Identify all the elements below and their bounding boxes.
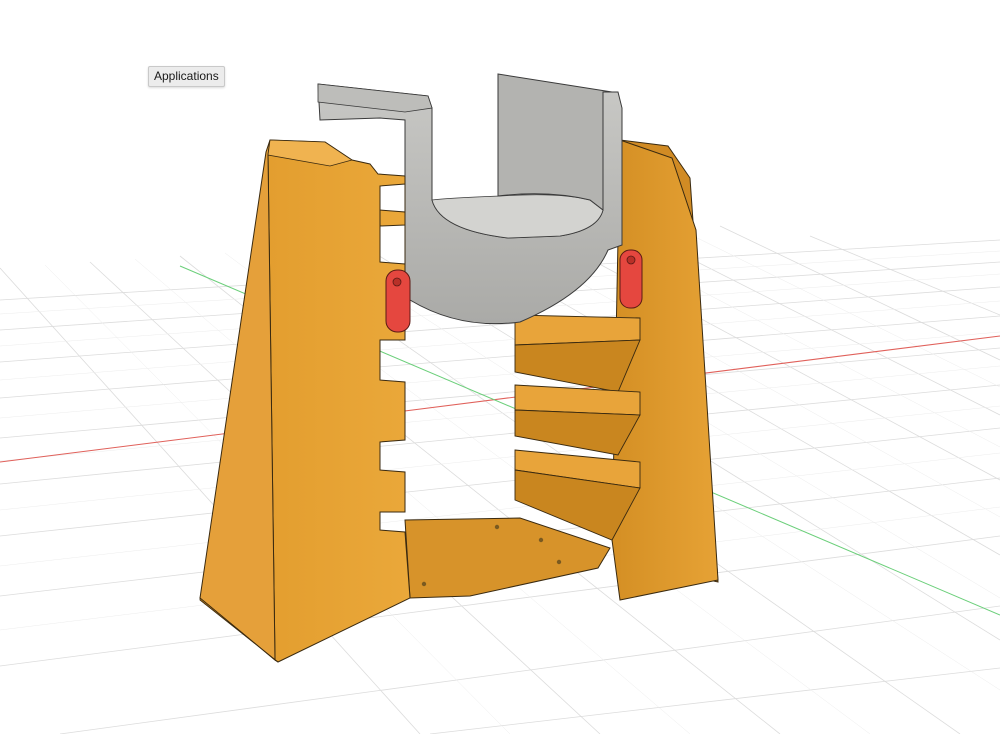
stand-right-face [611, 139, 719, 601]
left-latch[interactable] [385, 269, 411, 333]
inner-ribs [514, 314, 641, 541]
design-canvas[interactable] [0, 0, 1000, 735]
applications-tooltip: Applications [148, 66, 225, 87]
stand-front-face [267, 139, 411, 663]
cad-viewport[interactable] [0, 0, 1000, 735]
opening-floor [404, 517, 611, 599]
right-latch[interactable] [619, 249, 643, 309]
